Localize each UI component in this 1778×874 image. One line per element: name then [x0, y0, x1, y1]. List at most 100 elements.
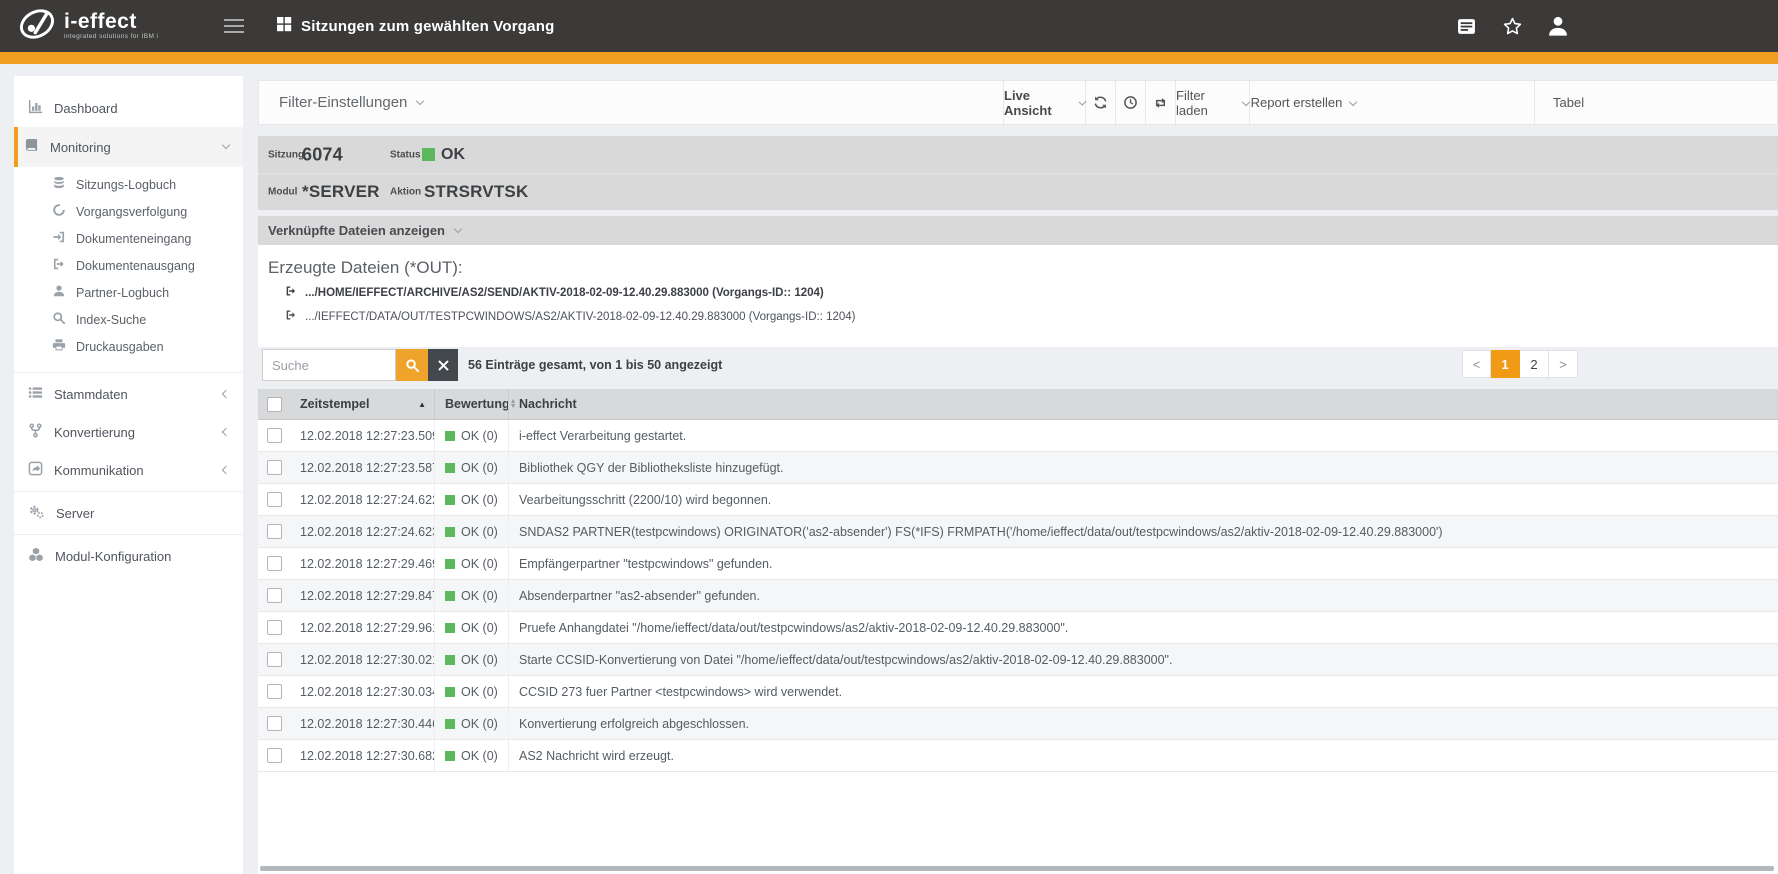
pagination-page-2[interactable]: 2 — [1520, 350, 1549, 378]
file-link[interactable]: .../IEFFECT/DATA/OUT/TESTPCWINDOWS/AS2/A… — [258, 307, 1778, 326]
sidebar-item-label: Kommunikation — [54, 463, 212, 478]
filter-settings-toggle[interactable]: Filter-Einstellungen — [259, 94, 423, 111]
rating-cell: OK (0) — [434, 452, 508, 483]
search-button[interactable] — [396, 349, 428, 381]
table-row[interactable]: 12.02.2018 12:27:29.469000 OK (0) Empfän… — [258, 548, 1778, 580]
sidebar-item-stammdaten[interactable]: Stammdaten — [14, 375, 243, 413]
rating-text: OK (0) — [461, 589, 498, 603]
sidebar-item-sitzungs-logbuch[interactable]: Sitzungs-Logbuch — [14, 171, 243, 198]
table-row[interactable]: 12.02.2018 12:27:29.847000 OK (0) Absend… — [258, 580, 1778, 612]
horizontal-scrollbar[interactable] — [260, 866, 1774, 871]
sidebar-item-druckausgaben[interactable]: Druckausgaben — [14, 333, 243, 360]
column-label: Nachricht — [519, 397, 577, 411]
sidebar-item-partner-logbuch[interactable]: Partner-Logbuch — [14, 279, 243, 306]
clear-search-button[interactable] — [428, 349, 458, 381]
action-value: STRSRVTSK — [424, 182, 528, 202]
auto-reload-button[interactable] — [1145, 81, 1175, 124]
row-checkbox[interactable] — [267, 748, 282, 763]
filter-settings-label: Filter-Einstellungen — [279, 94, 407, 111]
column-header-rating[interactable]: Bewertung ▲▼ — [434, 389, 508, 419]
row-checkbox-cell — [258, 740, 290, 771]
pagination-prev[interactable]: < — [1462, 350, 1491, 378]
sidebar-item-konvertierung[interactable]: Konvertierung — [14, 413, 243, 451]
sidebar-item-label: Stammdaten — [54, 387, 212, 402]
rating-cell: OK (0) — [434, 612, 508, 643]
live-view-label: Live Ansicht — [1004, 88, 1072, 118]
log-table: Zeitstempel ▲ Bewertung ▲▼ Nachricht 12.… — [258, 389, 1778, 874]
table-row[interactable]: 12.02.2018 12:27:24.623215 OK (0) SNDAS2… — [258, 516, 1778, 548]
table-options-label: Tabel — [1553, 95, 1584, 110]
pagination: < 1 2 > — [1462, 350, 1578, 378]
sidebar-item-server[interactable]: Server — [14, 494, 243, 532]
table-row[interactable]: 12.02.2018 12:27:23.509856 OK (0) i-effe… — [258, 420, 1778, 452]
message-cell: Konvertierung erfolgreich abgeschlossen. — [508, 708, 1778, 739]
row-checkbox[interactable] — [267, 428, 282, 443]
filter-toolbar: Filter-Einstellungen Live Ansicht — [258, 80, 1778, 125]
column-header-message[interactable]: Nachricht — [508, 389, 1778, 419]
sidebar-item-dokumentenausgang[interactable]: Dokumentenausgang — [14, 252, 243, 279]
table-row[interactable]: 12.02.2018 12:27:30.034000 OK (0) CCSID … — [258, 676, 1778, 708]
history-clock-button[interactable] — [1115, 81, 1145, 124]
row-checkbox-cell — [258, 676, 290, 707]
table-row[interactable]: 12.02.2018 12:27:29.961000 OK (0) Pruefe… — [258, 612, 1778, 644]
row-checkbox[interactable] — [267, 684, 282, 699]
rating-cell: OK (0) — [434, 708, 508, 739]
app-logo[interactable]: i-effect integrated solutions for IBM i — [0, 6, 210, 47]
pagination-next[interactable]: > — [1549, 350, 1578, 378]
rating-cell: OK (0) — [434, 516, 508, 547]
table-row[interactable]: 12.02.2018 12:27:30.446000 OK (0) Konver… — [258, 708, 1778, 740]
gears-icon — [28, 504, 45, 522]
sidebar-item-index-suche[interactable]: Index-Suche — [14, 306, 243, 333]
table-row[interactable]: 12.02.2018 12:27:30.682000 OK (0) AS2 Na… — [258, 740, 1778, 772]
row-checkbox[interactable] — [267, 620, 282, 635]
module-label: Modul — [268, 187, 297, 198]
live-view-button[interactable]: Live Ansicht — [1003, 81, 1085, 124]
rating-text: OK (0) — [461, 653, 498, 667]
status-green-square — [445, 719, 455, 729]
pagination-page-1[interactable]: 1 — [1491, 350, 1520, 378]
linked-files-toggle[interactable]: Verknüpfte Dateien anzeigen — [258, 216, 1778, 245]
sidebar-submenu-monitoring: Sitzungs-Logbuch Vorgangsverfolgung Doku… — [14, 167, 243, 370]
rating-text: OK (0) — [461, 717, 498, 731]
files-heading: Erzeugte Dateien (*OUT): — [258, 245, 1778, 278]
rating-cell: OK (0) — [434, 740, 508, 771]
table-row[interactable]: 12.02.2018 12:27:24.622896 OK (0) Vearbe… — [258, 484, 1778, 516]
report-create-button[interactable]: Report erstellen — [1249, 81, 1357, 124]
database-icon — [52, 176, 66, 193]
rating-cell: OK (0) — [434, 580, 508, 611]
refresh-button[interactable] — [1085, 81, 1115, 124]
row-checkbox[interactable] — [267, 492, 282, 507]
column-header-timestamp[interactable]: Zeitstempel ▲ — [290, 389, 434, 419]
table-row[interactable]: 12.02.2018 12:27:30.021000 OK (0) Starte… — [258, 644, 1778, 676]
select-all-checkbox[interactable] — [267, 397, 282, 412]
app-window: i-effect integrated solutions for IBM i … — [0, 0, 1778, 874]
timestamp-cell: 12.02.2018 12:27:23.509856 — [290, 420, 434, 451]
message-cell: AS2 Nachricht wird erzeugt. — [508, 740, 1778, 771]
chevron-left-icon — [222, 466, 230, 474]
filter-load-button[interactable]: Filter laden — [1175, 81, 1249, 124]
file-link[interactable]: .../HOME/IEFFECT/ARCHIVE/AS2/SEND/AKTIV-… — [258, 283, 1778, 302]
message-cell: CCSID 273 fuer Partner <testpcwindows> w… — [508, 676, 1778, 707]
sidebar-item-modul-konfiguration[interactable]: Modul-Konfiguration — [14, 537, 243, 575]
row-checkbox-cell — [258, 548, 290, 579]
row-checkbox[interactable] — [267, 556, 282, 571]
sidebar-item-label: Vorgangsverfolgung — [76, 205, 187, 219]
row-checkbox[interactable] — [267, 716, 282, 731]
row-checkbox[interactable] — [267, 588, 282, 603]
timestamp-cell: 12.02.2018 12:27:29.847000 — [290, 580, 434, 611]
row-checkbox[interactable] — [267, 460, 282, 475]
status-green-square — [445, 623, 455, 633]
table-row[interactable]: 12.02.2018 12:27:23.587784 OK (0) Biblio… — [258, 452, 1778, 484]
sidebar-item-dokumenteneingang[interactable]: Dokumenteneingang — [14, 225, 243, 252]
sidebar-item-vorgangsverfolgung[interactable]: Vorgangsverfolgung — [14, 198, 243, 225]
search-input[interactable] — [262, 349, 396, 381]
row-checkbox[interactable] — [267, 652, 282, 667]
table-options-button[interactable]: Tabel — [1534, 81, 1777, 124]
sidebar-item-monitoring[interactable]: Monitoring — [14, 127, 243, 167]
sidebar-item-dashboard[interactable]: Dashboard — [14, 89, 243, 127]
menu-toggle-icon[interactable] — [224, 19, 244, 34]
rating-text: OK (0) — [461, 461, 498, 475]
sidebar-item-kommunikation[interactable]: Kommunikation — [14, 451, 243, 489]
sign-out-icon — [52, 257, 66, 274]
row-checkbox[interactable] — [267, 524, 282, 539]
